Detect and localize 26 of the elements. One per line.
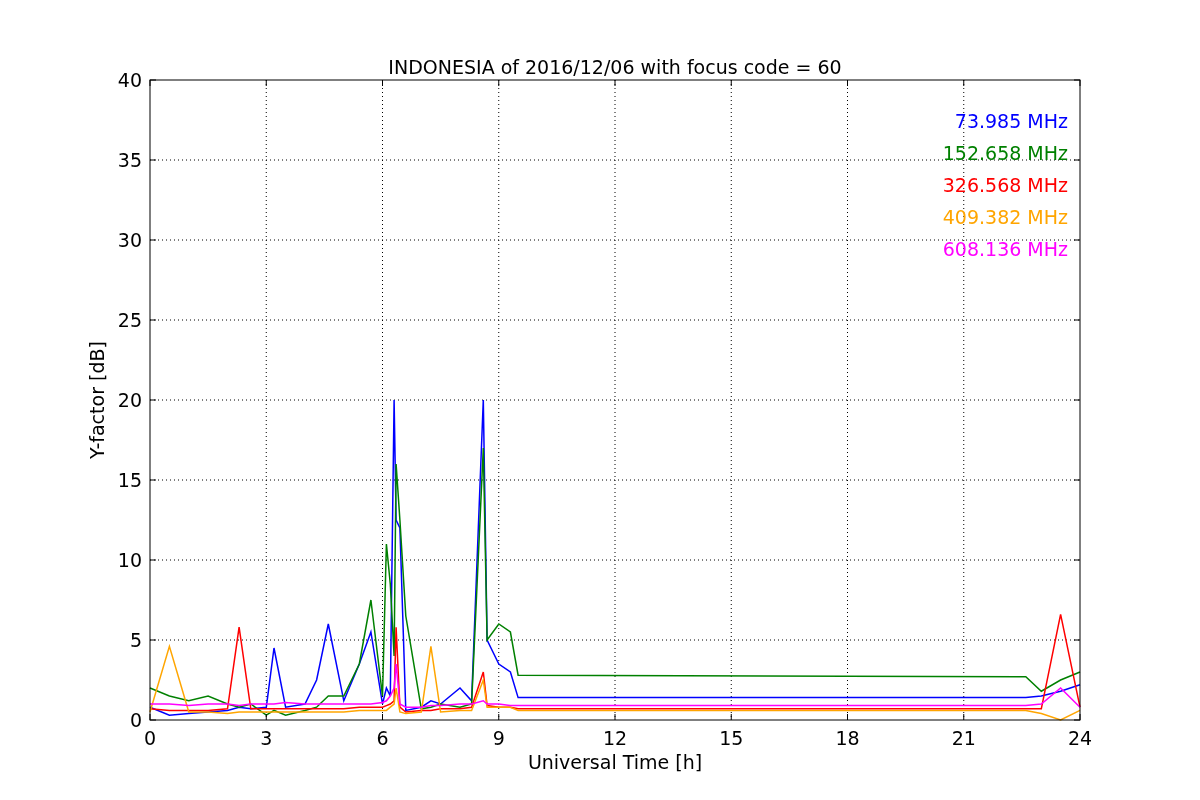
chart-title: INDONESIA of 2016/12/06 with focus code = 60 bbox=[388, 56, 842, 78]
y-axis-label: Y-factor [dB] bbox=[86, 341, 108, 459]
y-tick-label: 5 bbox=[129, 629, 142, 651]
legend-label: 326.568 MHz bbox=[942, 174, 1068, 196]
x-tick-label: 6 bbox=[376, 727, 389, 749]
x-tick-label: 12 bbox=[602, 727, 628, 749]
y-tick-label: 15 bbox=[117, 469, 142, 491]
x-tick-label: 24 bbox=[1067, 727, 1093, 749]
x-tick-label: 21 bbox=[951, 727, 976, 749]
y-tick-label: 40 bbox=[117, 69, 142, 91]
x-tick-label: 15 bbox=[719, 727, 744, 749]
legend-label: 73.985 MHz bbox=[954, 110, 1068, 132]
y-tick-label: 25 bbox=[117, 309, 142, 331]
y-tick-label: 35 bbox=[117, 149, 142, 171]
x-tick-label: 0 bbox=[143, 727, 157, 749]
y-tick-label: 20 bbox=[117, 389, 142, 411]
x-axis-label: Universal Time [h] bbox=[527, 751, 703, 773]
x-tick-label: 3 bbox=[260, 727, 273, 749]
y-tick-label: 0 bbox=[129, 709, 142, 731]
legend-label: 409.382 MHz bbox=[942, 206, 1068, 228]
y-tick-label: 10 bbox=[117, 549, 142, 571]
x-tick-label: 9 bbox=[492, 727, 505, 749]
x-tick-label: 18 bbox=[835, 727, 860, 749]
y-tick-label: 30 bbox=[117, 229, 142, 251]
legend-label: 608.136 MHz bbox=[942, 238, 1068, 260]
legend-label: 152.658 MHz bbox=[942, 142, 1068, 164]
